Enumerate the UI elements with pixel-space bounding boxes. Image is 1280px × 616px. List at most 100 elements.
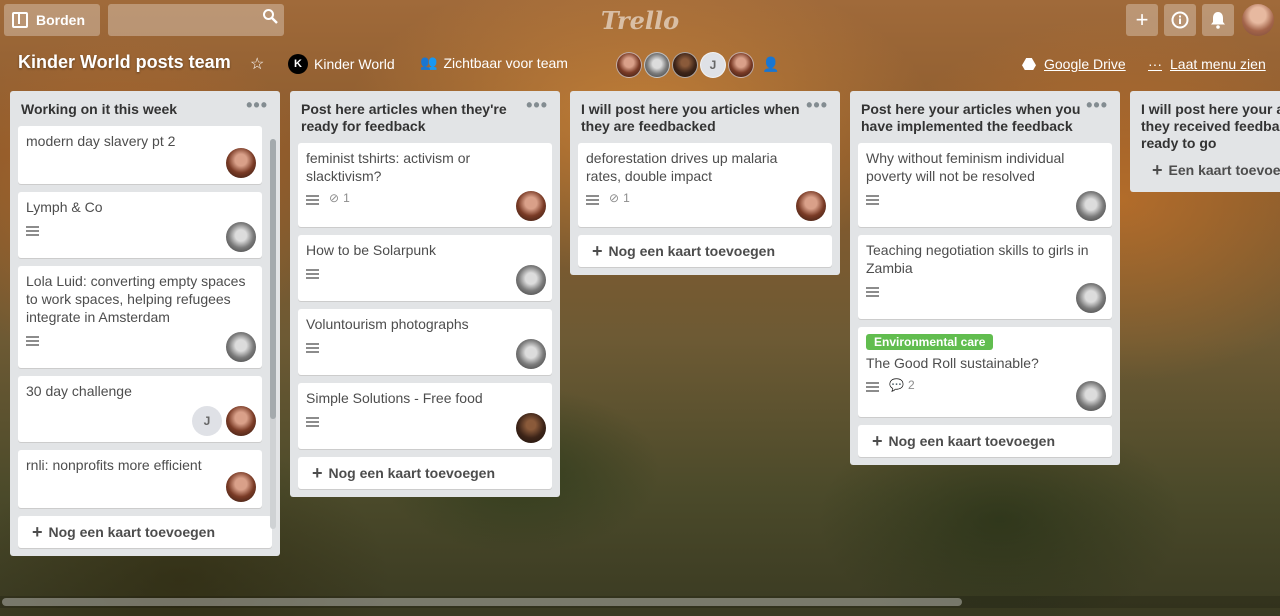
add-card-button[interactable]: + Nog een kaart toevoegen [858,425,1112,457]
label-environmental-care[interactable]: Environmental care [866,334,994,350]
plus-icon: + [32,522,43,542]
card-badges [26,222,254,244]
card[interactable]: How to be Solarpunk [298,235,552,301]
card[interactable]: modern day slavery pt 2 [18,126,262,184]
member-avatar[interactable] [516,339,546,369]
paperclip-icon: ⊘ [329,191,340,205]
show-menu-label: Laat menu zien [1170,56,1266,72]
card[interactable]: Teaching negotiation skills to girls in … [858,235,1112,319]
list-ready-for-feedback: Post here articles when they're ready fo… [290,91,560,497]
list-menu-icon[interactable]: ••• [1086,96,1108,114]
card-title: The Good Roll sustainable? [866,355,1039,371]
card[interactable]: Lola Luid: converting empty spaces to wo… [18,266,262,368]
info-button[interactable] [1164,4,1196,36]
add-card-button[interactable]: + Nog een kaart toevoegen [578,235,832,267]
card-badges: ⊘ 1 [586,191,824,213]
card-badges: 💬 2 [866,378,1104,400]
boards-label: Borden [36,12,85,28]
description-icon [306,417,319,427]
description-icon [306,195,319,205]
plus-icon: + [872,431,883,451]
list-title-text: Working on it this week [21,101,178,117]
trello-logo[interactable]: Trello [590,6,690,35]
list-title[interactable]: I will post here you articles when they … [578,91,832,143]
card[interactable]: Why without feminism individual poverty … [858,143,1112,227]
card-title: 30 day challenge [26,383,132,399]
card[interactable]: Environmental care The Good Roll sustain… [858,327,1112,417]
card-title: rnli: nonprofits more efficient [26,457,202,473]
list-scrollbar[interactable] [270,139,276,529]
plus-icon: + [312,463,323,483]
team-name: Kinder World [314,56,395,72]
member-avatar[interactable] [516,413,546,443]
add-card-button[interactable]: + Een kaart toevoegen [1138,160,1280,184]
search-icon[interactable] [262,8,278,24]
plus-icon: + [1152,160,1163,180]
description-icon [26,226,39,236]
member-avatar[interactable] [644,52,670,78]
card[interactable]: 30 day challenge J [18,376,262,442]
member-avatar[interactable] [796,191,826,221]
board-title[interactable]: Kinder World posts team [18,52,231,73]
list-title[interactable]: I will post here your articles when they… [1138,91,1280,160]
info-icon [1171,11,1189,29]
list-menu-icon[interactable]: ••• [246,96,268,114]
member-avatar[interactable] [1076,381,1106,411]
add-card-button[interactable]: + Nog een kaart toevoegen [18,516,272,548]
list-title[interactable]: Working on it this week ••• [18,91,272,126]
card[interactable]: feminist tshirts: activism or slacktivis… [298,143,552,227]
list-title[interactable]: Post here articles when they're ready fo… [298,91,552,143]
add-button[interactable]: + [1126,4,1158,36]
member-avatar[interactable] [516,191,546,221]
board-horizontal-scrollbar[interactable] [0,596,1280,608]
member-avatar[interactable] [1076,191,1106,221]
attachment-count: 1 [623,191,630,205]
list-feedbacked: I will post here you articles when they … [570,91,840,275]
notifications-button[interactable] [1202,4,1234,36]
plus-icon: + [592,241,603,261]
comment-count: 2 [907,378,915,392]
member-avatar[interactable] [616,52,642,78]
member-avatar[interactable] [1076,283,1106,313]
list-title[interactable]: Post here your articles when you have im… [858,91,1112,143]
member-avatar[interactable] [226,332,256,362]
star-icon[interactable]: ☆ [250,54,264,74]
card-badges [306,339,544,361]
show-menu-link[interactable]: ··· Laat menu zien [1148,56,1266,72]
card[interactable]: Lymph & Co [18,192,262,258]
boards-button[interactable]: Borden [4,4,100,36]
bell-icon [1211,12,1225,29]
list-menu-icon[interactable]: ••• [526,96,548,114]
member-avatar[interactable] [226,472,256,502]
member-avatar[interactable] [672,52,698,78]
list-menu-icon[interactable]: ••• [806,96,828,114]
member-avatar[interactable] [226,406,256,436]
add-member-icon[interactable]: 👤 [762,56,779,73]
member-avatar-j[interactable]: J [192,406,222,436]
card[interactable]: Simple Solutions - Free food [298,383,552,449]
user-avatar[interactable] [1242,4,1274,36]
member-avatar[interactable] [516,265,546,295]
team-logo-icon: K [288,54,308,74]
member-avatar[interactable] [226,222,256,252]
description-icon [866,195,879,205]
search-input[interactable] [108,4,284,36]
visibility-button[interactable]: 👥 Zichtbaar voor team [420,54,568,71]
card[interactable]: rnli: nonprofits more efficient [18,450,262,508]
member-avatar[interactable] [226,148,256,178]
description-icon [306,269,319,279]
team-button[interactable]: K Kinder World [288,54,395,74]
card-title: Lola Luid: converting empty spaces to wo… [26,273,246,325]
list-title-text: I will post here your articles when they… [1141,101,1280,151]
list-title-text: Post here your articles when you have im… [861,101,1081,134]
card-badges [866,283,1104,305]
card[interactable]: Voluntourism photographs [298,309,552,375]
add-card-button[interactable]: + Nog een kaart toevoegen [298,457,552,489]
card[interactable]: deforestation drives up malaria rates, d… [578,143,832,227]
google-drive-label: Google Drive [1044,56,1126,72]
comment-icon: 💬 [889,378,904,392]
member-avatar-j[interactable]: J [700,52,726,78]
list-title-text: I will post here you articles when they … [581,101,800,134]
google-drive-link[interactable]: Google Drive [1022,56,1126,72]
member-avatar[interactable] [728,52,754,78]
